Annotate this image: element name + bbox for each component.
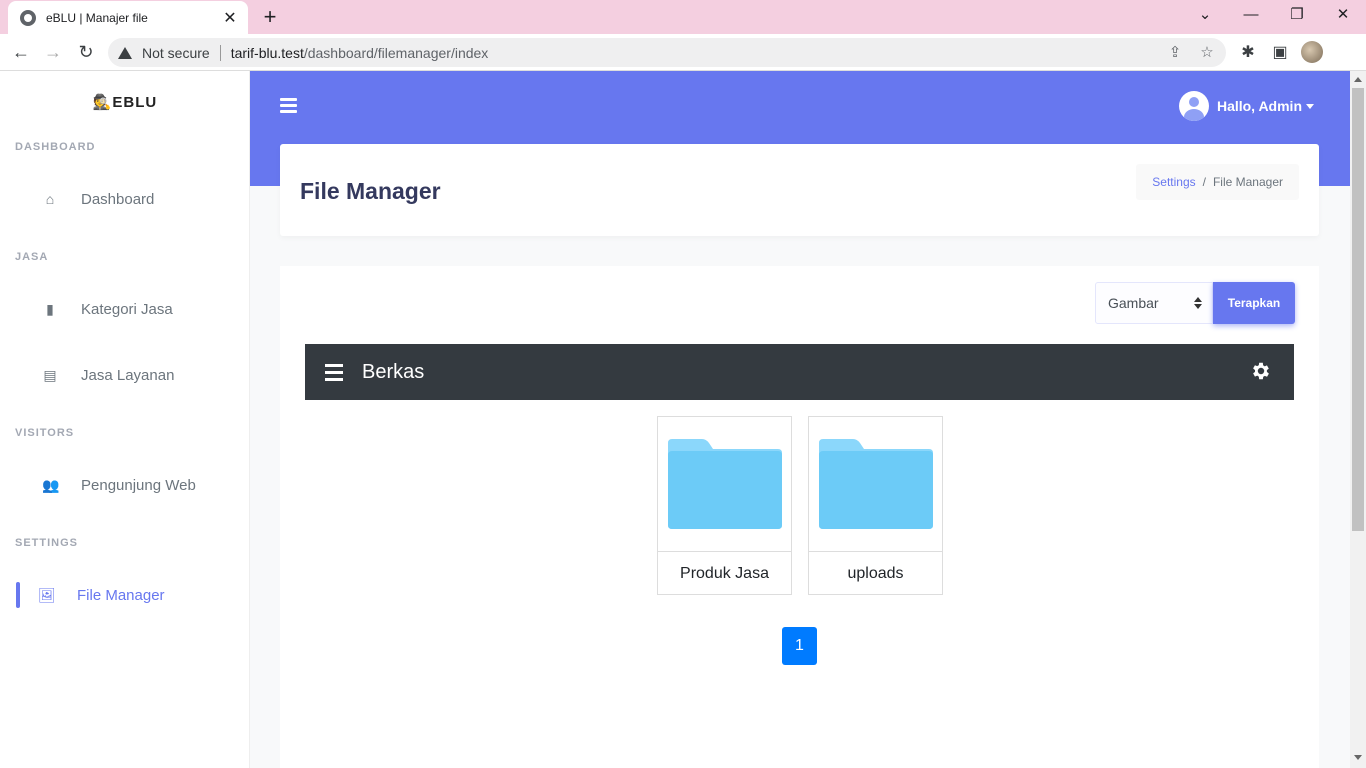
sidebar-item-label: Jasa Layanan: [81, 366, 175, 384]
breadcrumb: Settings / File Manager: [1136, 164, 1299, 200]
page-header: File Manager Settings / File Manager: [280, 144, 1319, 236]
folder-icon: [819, 439, 933, 529]
file-manager-card: Gambar Terapkan Berkas Produk Jasa uploa…: [280, 266, 1319, 768]
avatar: [1178, 91, 1209, 121]
users-icon: 👥: [42, 476, 60, 493]
tab-close-icon[interactable]: ✕: [222, 8, 238, 28]
profile-avatar[interactable]: [1301, 41, 1323, 63]
new-tab-button[interactable]: +: [258, 5, 282, 29]
list-icon: ▤: [43, 366, 57, 383]
restore-icon[interactable]: ❐: [1285, 5, 1309, 25]
sidebar-item-file-manager[interactable]: 🖼 File Manager: [0, 575, 250, 615]
warning-icon: [118, 46, 132, 59]
browser-tab[interactable]: eBLU | Manajer file ✕: [8, 1, 248, 34]
breadcrumb-settings-link[interactable]: Settings: [1152, 175, 1195, 189]
back-icon[interactable]: ←: [9, 40, 33, 64]
scroll-up-icon[interactable]: [1354, 77, 1362, 82]
folder-icon: [668, 439, 782, 529]
breadcrumb-current: File Manager: [1212, 175, 1283, 189]
section-heading-settings: SETTINGS: [15, 537, 79, 549]
caret-down-icon: [1306, 103, 1314, 109]
url-host: tarif-blu.test: [230, 44, 304, 61]
side-panel-icon[interactable]: ▣: [1270, 42, 1290, 62]
page-title: File Manager: [300, 178, 441, 204]
user-greeting: Hallo, Admin: [1216, 98, 1302, 114]
section-heading-visitors: VISITORS: [15, 427, 75, 439]
tab-title: eBLU | Manajer file: [46, 10, 148, 25]
brand-logo[interactable]: 🕵EBLU: [0, 93, 250, 111]
sidebar-item-label: Pengunjung Web: [81, 476, 196, 494]
share-icon[interactable]: ⇪: [1166, 43, 1184, 61]
folder-card[interactable]: uploads: [808, 416, 943, 595]
fm-title: Berkas: [362, 361, 425, 383]
sidebar-item-label: Kategori Jasa: [81, 300, 173, 318]
images-icon: 🖼: [38, 586, 56, 603]
pagination-page-1[interactable]: 1: [782, 627, 817, 665]
folder-name: uploads: [809, 551, 942, 595]
security-label[interactable]: Not secure: [142, 45, 210, 61]
section-heading-jasa: JASA: [15, 251, 49, 263]
sidebar-item-jasa-layanan[interactable]: ▤ Jasa Layanan: [0, 355, 250, 395]
fm-menu-icon[interactable]: [325, 364, 343, 385]
url-path: /dashboard/filemanager/index: [303, 44, 489, 61]
globe-icon: [20, 9, 36, 26]
user-dropdown[interactable]: Hallo, Admin: [1178, 91, 1314, 121]
folder-name: Produk Jasa: [658, 551, 791, 595]
sidebar-item-kategori-jasa[interactable]: ▮ Kategori Jasa: [0, 289, 250, 329]
close-window-icon[interactable]: ✕: [1331, 5, 1355, 25]
scroll-thumb[interactable]: [1352, 88, 1364, 531]
active-indicator: [16, 582, 20, 608]
menu-toggle-icon[interactable]: [280, 98, 297, 116]
sidebar-item-dashboard[interactable]: ⌂ Dashboard: [0, 179, 250, 219]
sidebar-item-label: Dashboard: [81, 190, 155, 208]
extensions-icon[interactable]: ✱: [1238, 42, 1258, 62]
browser-tab-bar: eBLU | Manajer file ✕ + ⌄ — ❐ ✕: [0, 0, 1366, 34]
bookmark-icon: ▮: [46, 300, 54, 317]
brand-name: EBLU: [112, 94, 158, 111]
tab-search-icon[interactable]: ⌄: [1193, 5, 1217, 25]
reload-icon[interactable]: ↻: [74, 40, 98, 64]
sidebar: 🕵EBLU DASHBOARD ⌂ Dashboard JASA ▮ Kateg…: [0, 71, 250, 768]
page-scrollbar[interactable]: [1350, 71, 1366, 768]
apply-button[interactable]: Terapkan: [1213, 282, 1295, 324]
forward-icon[interactable]: →: [41, 40, 65, 64]
folder-card[interactable]: Produk Jasa: [657, 416, 792, 595]
select-value: Gambar: [1108, 295, 1159, 311]
select-arrows-icon: [1194, 297, 1202, 309]
address-bar[interactable]: Not secure tarif-blu.test/dashboard/file…: [108, 38, 1226, 67]
gear-icon[interactable]: [1250, 360, 1272, 382]
home-icon: ⌂: [45, 191, 55, 207]
scroll-down-icon[interactable]: [1354, 755, 1362, 760]
sidebar-item-pengunjung-web[interactable]: 👥 Pengunjung Web: [0, 465, 250, 505]
minimize-icon[interactable]: —: [1239, 5, 1263, 25]
type-filter-select[interactable]: Gambar: [1095, 282, 1213, 324]
url-text[interactable]: tarif-blu.test/dashboard/filemanager/ind…: [231, 45, 489, 61]
divider: [219, 44, 221, 61]
section-heading-dashboard: DASHBOARD: [15, 141, 96, 153]
browser-toolbar: ← → ↻ Not secure tarif-blu.test/dashboar…: [0, 34, 1366, 71]
sidebar-item-label: File Manager: [77, 586, 165, 604]
breadcrumb-separator: /: [1202, 175, 1206, 189]
bookmark-star-icon[interactable]: ☆: [1198, 43, 1216, 61]
file-manager-toolbar: Berkas: [305, 344, 1294, 400]
